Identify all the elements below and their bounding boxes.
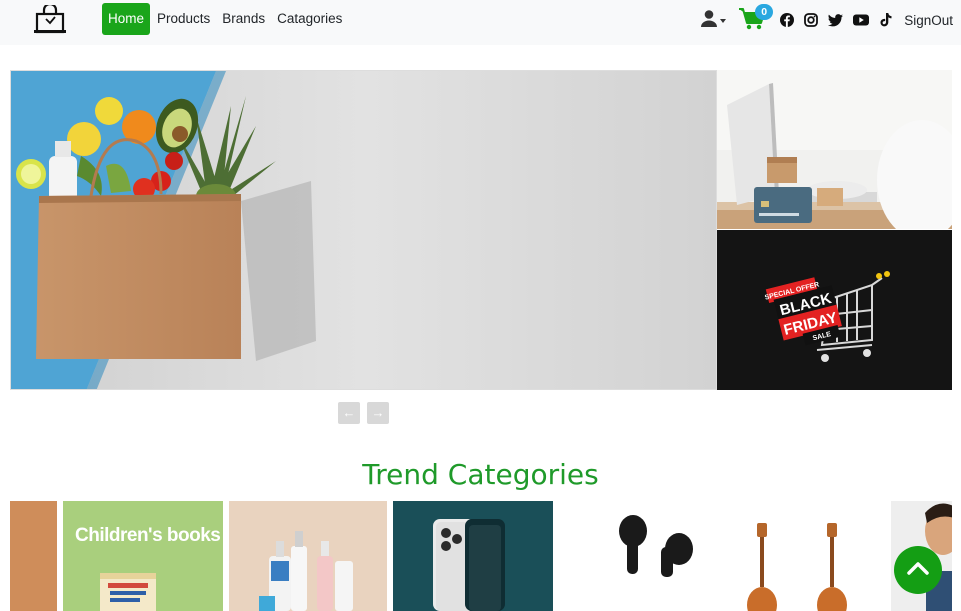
category-card-earbuds[interactable] — [553, 501, 725, 611]
user-menu-button[interactable] — [700, 9, 727, 32]
nav-home[interactable]: Home — [102, 3, 151, 35]
navbar: Home Products Brands Catagories 0 SignOu… — [0, 0, 961, 45]
carousel-next-button[interactable]: → — [367, 402, 389, 424]
promo-black-friday-image[interactable]: SPECIAL OFFER BLACK FRIDAY SALE — [717, 230, 952, 390]
promo-online-shopping-image[interactable] — [717, 70, 952, 229]
shop-logo-icon[interactable] — [33, 2, 67, 35]
signout-link[interactable]: SignOut — [904, 13, 953, 28]
promo-sale-text: SALE — [812, 331, 832, 342]
category-card-beauty[interactable] — [229, 501, 387, 611]
main-nav: Home Products Brands Catagories — [102, 3, 348, 35]
nav-products[interactable]: Products — [151, 3, 216, 35]
scroll-to-top-button[interactable] — [894, 546, 942, 594]
category-card-childrens-books[interactable]: Children's books — [63, 501, 223, 611]
instagram-icon[interactable] — [804, 13, 819, 27]
hero-banner-image[interactable] — [10, 70, 717, 390]
cart-button[interactable]: 0 — [738, 3, 774, 35]
tiktok-icon[interactable] — [879, 13, 892, 27]
carousel-prev-button[interactable]: ← — [338, 402, 360, 424]
category-card[interactable] — [10, 501, 57, 611]
youtube-icon[interactable] — [853, 14, 870, 26]
cart-count-badge: 0 — [755, 3, 774, 20]
nav-brands[interactable]: Brands — [216, 3, 271, 35]
category-card-phones[interactable] — [393, 501, 553, 611]
user-icon — [700, 9, 718, 32]
twitter-icon[interactable] — [828, 13, 844, 27]
trend-categories-title: Trend Categories — [362, 458, 599, 491]
facebook-icon[interactable] — [780, 13, 795, 27]
chevron-down-icon — [720, 19, 727, 23]
category-card-guitars[interactable] — [725, 501, 890, 611]
nav-catagories[interactable]: Catagories — [271, 3, 348, 35]
nav-right: 0 SignOut — [700, 2, 953, 38]
chevron-up-icon — [907, 561, 929, 580]
